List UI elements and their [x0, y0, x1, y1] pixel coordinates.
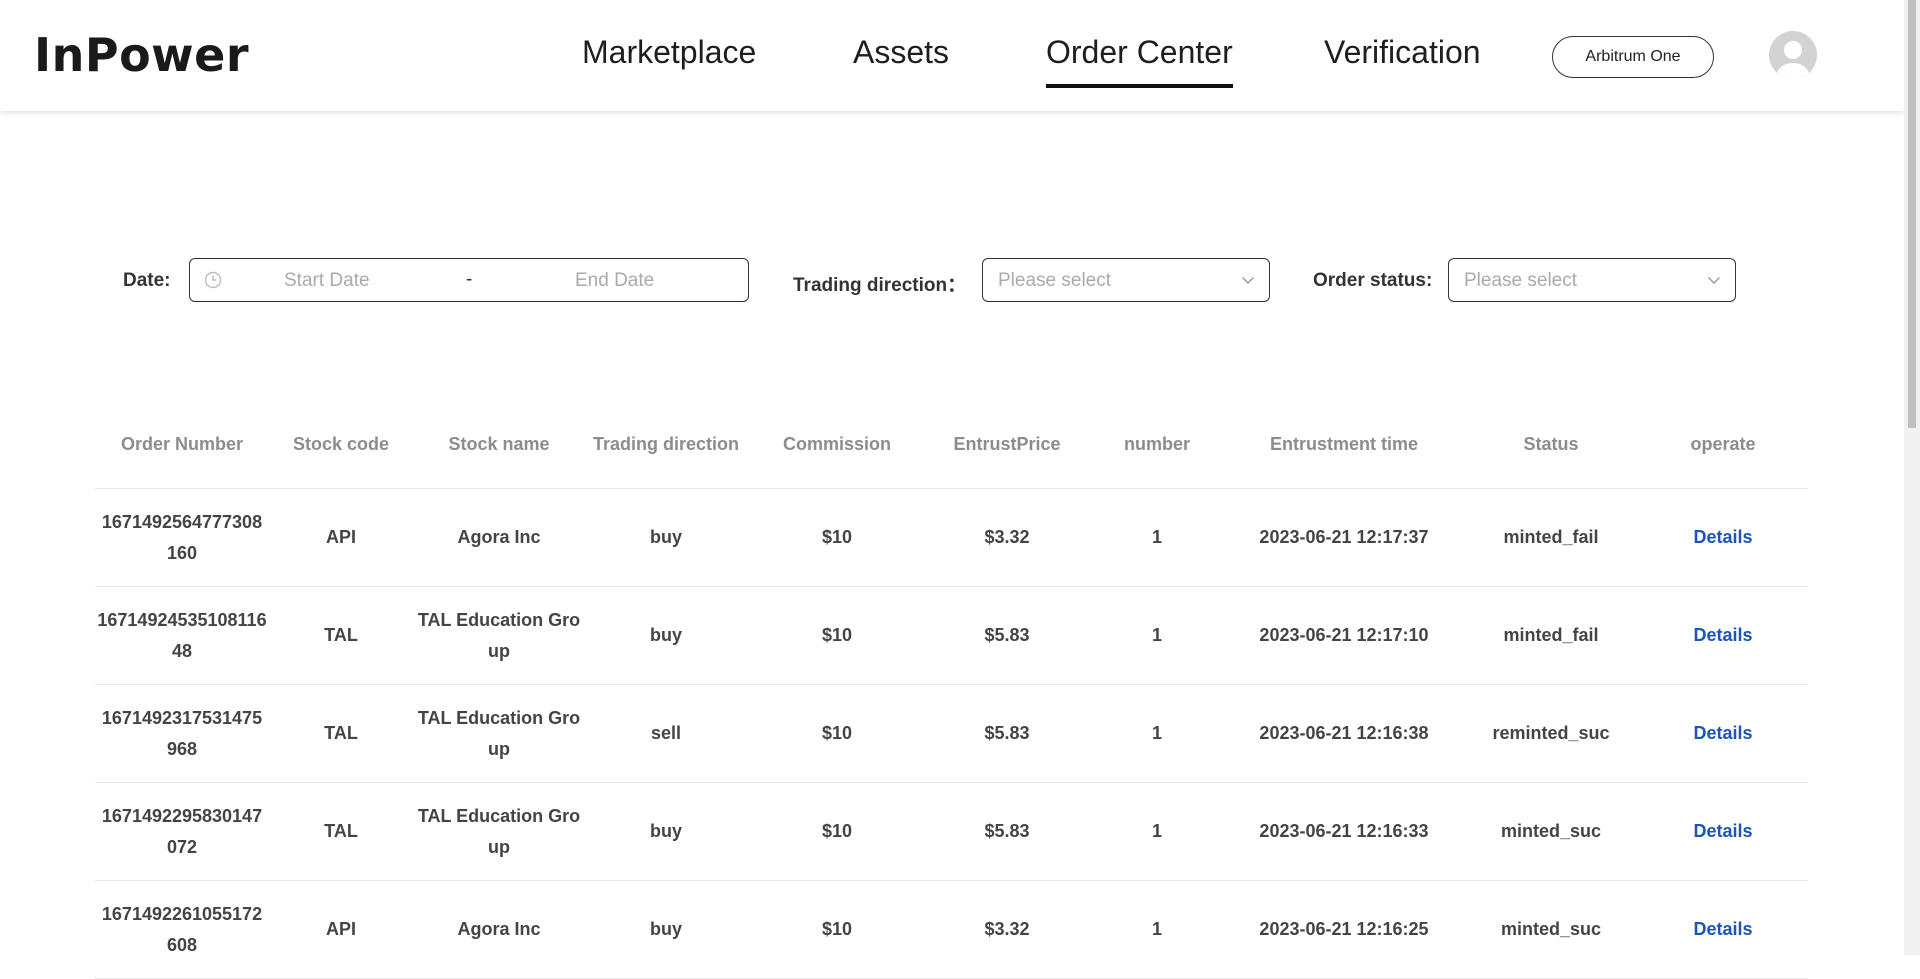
stock-name-cell: TAL Education Group: [417, 805, 581, 857]
date-label: Date:: [123, 270, 171, 291]
column-header: Stock code: [292, 434, 390, 454]
commission-cell: $10: [821, 625, 853, 645]
table-row: 1671492564777308160 API Agora Inc buy $10 $3.…: [95, 489, 1808, 587]
top-header: InPower Marketplace Assets Order Center …: [0, 0, 1904, 111]
order-number-cell: 1671492317531475968: [101, 707, 263, 759]
stock-name-cell: Agora Inc: [457, 527, 541, 547]
trading-direction-select[interactable]: Please select: [982, 258, 1270, 302]
table-row: 1671492453510811648 TAL TAL Education Grou…: [95, 587, 1808, 685]
start-date-input[interactable]: Start Date: [284, 270, 370, 292]
network-selector-button[interactable]: Arbitrum One: [1552, 36, 1714, 78]
status-cell: minted_fail: [1503, 625, 1599, 645]
entrust-price-cell: $5.83: [984, 821, 1030, 841]
nav-verification[interactable]: Verification: [1324, 34, 1481, 71]
column-header: Trading direction: [592, 434, 740, 454]
commission-cell: $10: [821, 527, 853, 547]
status-cell: minted_suc: [1500, 919, 1602, 939]
nav-assets[interactable]: Assets: [853, 34, 949, 71]
stock-code-cell: API: [325, 919, 357, 939]
details-link[interactable]: Details: [1693, 587, 1752, 684]
order-number-cell: 1671492261055172608: [101, 903, 263, 955]
trading-direction-placeholder: Please select: [998, 270, 1112, 291]
trading-direction-cell: buy: [649, 821, 683, 841]
column-header: number: [1123, 434, 1191, 454]
order-number-cell: 1671492564777308160: [101, 511, 263, 563]
column-header: Entrustment time: [1269, 434, 1419, 454]
table-row: 1671492295830147072 TAL TAL Education Grou…: [95, 783, 1808, 881]
date-separator: -: [466, 269, 473, 290]
clock-icon: [204, 271, 222, 289]
entrust-price-cell: $3.32: [984, 919, 1030, 939]
order-status-label: Order status:: [1313, 270, 1433, 291]
details-link[interactable]: Details: [1693, 881, 1752, 978]
number-cell: 1: [1151, 919, 1163, 939]
column-header: Commission: [782, 434, 892, 454]
status-cell: minted_fail: [1503, 527, 1599, 547]
column-header: Status: [1523, 434, 1579, 454]
table-row: 1671492317531475968 TAL TAL Education Grou…: [95, 685, 1808, 783]
trading-direction-label: Trading direction：: [793, 275, 967, 296]
stock-code-cell: TAL: [324, 625, 358, 645]
number-cell: 1: [1151, 625, 1163, 645]
table-row: 1671492261055172608 API Agora Inc buy $10 $3.…: [95, 881, 1808, 979]
table-header: Order Number Stock code Stock name Tradi…: [95, 420, 1808, 489]
column-header: Order Number: [120, 434, 244, 454]
column-header: Stock name: [448, 434, 550, 454]
column-header: EntrustPrice: [953, 434, 1061, 454]
column-header: operate: [1690, 434, 1756, 454]
date-range-picker[interactable]: Start Date - End Date: [189, 258, 749, 302]
filter-bar: Date: Start Date - End Date Trading dire…: [0, 258, 1904, 304]
trading-direction-cell: sell: [650, 723, 682, 743]
entrustment-time-cell: 2023-06-21 12:17:37: [1259, 527, 1429, 547]
orders-table: Order Number Stock code Stock name Tradi…: [95, 420, 1808, 979]
stock-code-cell: API: [325, 527, 357, 547]
entrust-price-cell: $3.32: [984, 527, 1030, 547]
order-number-cell: 1671492295830147072: [101, 805, 263, 857]
chevron-down-icon: [1708, 277, 1720, 284]
details-link[interactable]: Details: [1693, 489, 1752, 586]
entrustment-time-cell: 2023-06-21 12:16:25: [1259, 919, 1429, 939]
app-logo[interactable]: InPower: [34, 28, 249, 82]
number-cell: 1: [1151, 821, 1163, 841]
status-cell: minted_suc: [1500, 821, 1602, 841]
order-status-placeholder: Please select: [1464, 270, 1578, 291]
number-cell: 1: [1151, 723, 1163, 743]
details-link[interactable]: Details: [1693, 783, 1752, 880]
trading-direction-cell: buy: [649, 625, 683, 645]
order-status-select[interactable]: Please select: [1448, 258, 1736, 302]
commission-cell: $10: [821, 919, 853, 939]
commission-cell: $10: [821, 821, 853, 841]
nav-marketplace[interactable]: Marketplace: [582, 34, 756, 71]
stock-code-cell: TAL: [324, 723, 358, 743]
details-link[interactable]: Details: [1693, 685, 1752, 782]
chevron-down-icon: [1242, 277, 1254, 284]
entrustment-time-cell: 2023-06-21 12:16:38: [1259, 723, 1429, 743]
trading-direction-cell: buy: [649, 527, 683, 547]
end-date-input[interactable]: End Date: [575, 270, 654, 292]
stock-code-cell: TAL: [324, 821, 358, 841]
trading-direction-cell: buy: [649, 919, 683, 939]
entrustment-time-cell: 2023-06-21 12:16:33: [1259, 821, 1429, 841]
stock-name-cell: TAL Education Group: [417, 707, 581, 759]
status-cell: reminted_suc: [1492, 723, 1610, 743]
order-number-cell: 1671492453510811648: [97, 609, 267, 661]
table-body: 1671492564777308160 API Agora Inc buy $10 $3.…: [95, 489, 1808, 979]
stock-name-cell: TAL Education Group: [417, 609, 581, 661]
entrust-price-cell: $5.83: [984, 723, 1030, 743]
commission-cell: $10: [821, 723, 853, 743]
scrollbar-thumb[interactable]: [1908, 0, 1916, 428]
page-scrollbar[interactable]: [1904, 0, 1920, 955]
stock-name-cell: Agora Inc: [457, 919, 541, 939]
entrust-price-cell: $5.83: [984, 625, 1030, 645]
user-avatar-icon[interactable]: [1769, 31, 1817, 79]
nav-order-center[interactable]: Order Center: [1046, 34, 1233, 88]
number-cell: 1: [1151, 527, 1163, 547]
entrustment-time-cell: 2023-06-21 12:17:10: [1259, 625, 1429, 645]
